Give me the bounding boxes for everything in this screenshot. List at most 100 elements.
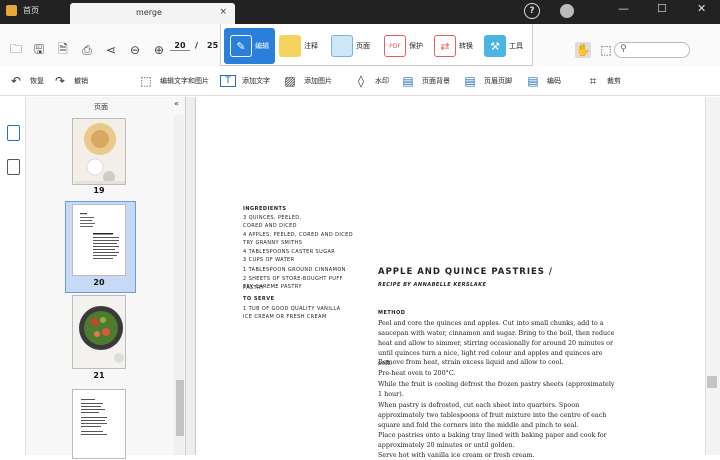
thumbnail-page-20[interactable] [72,204,126,276]
edit-text-image-button[interactable]: ⬚ 编辑文字和图片 [138,72,209,90]
home-tab-label: 首页 [23,6,39,15]
home-tab[interactable]: 首页 [6,5,39,16]
splitter[interactable] [186,97,195,455]
print-icon[interactable]: ⎙ [79,42,95,58]
bates-icon: ▤ [527,74,539,88]
bates-label: 编码 [547,77,561,85]
total-pages: 25 [207,41,219,50]
add-text-label: 添加文字 [242,77,270,85]
help-icon[interactable]: ? [524,3,540,19]
method-heading: METHOD [378,310,406,316]
document-scrollbar[interactable] [705,97,720,455]
ribbon-tools-button[interactable]: ⚒ 工具 [484,28,523,64]
ribbon-page-button[interactable]: 页面 [331,28,370,64]
add-text-button[interactable]: T 添加文字 [220,72,270,90]
thumbnail-page-19[interactable] [72,118,126,185]
ingredients-heading: INGREDIENTS [243,206,287,212]
page-background-label: 页面背景 [422,77,450,85]
protect-icon: PDF [384,35,406,57]
edit-toolbar: ↶ 恢复 ↷ 撤销 ⬚ 编辑文字和图片 T 添加文字 ▨ 添加图片 ◊ 水印 ▤… [0,66,720,96]
ingredient-line: 3 CUPS OF WATER [243,257,295,263]
undo-icon: ↷ [54,74,66,88]
ribbon-protect-button[interactable]: PDF 保护 [384,28,423,64]
page-background-icon: ▤ [402,74,414,88]
document-tab-title: merge [136,8,162,17]
search-icon: ⚲ [620,44,627,54]
panel-title: 页面 [94,103,108,111]
hand-tool-icon[interactable]: ✋ [575,42,591,58]
restore-icon: ↶ [10,74,22,88]
method-paragraph: Pre-heat oven to 200°C. [378,369,456,377]
ribbon-page-label: 页面 [356,42,370,50]
crop-label: 裁剪 [607,77,621,85]
method-paragraph: While the fruit is cooling defrost the f… [378,380,615,398]
convert-icon: ⇄ [434,35,456,57]
bookmarks-icon[interactable] [7,159,20,175]
thumbnail-scrollbar-thumb[interactable] [176,380,184,436]
page-down-icon[interactable]: ⊖ [127,42,143,58]
select-tool-icon[interactable]: ⬚ [598,42,614,58]
method-paragraph: Serve hot with vanilla ice cream or fres… [378,451,535,459]
ingredient-line: TRY CAREME PASTRY [243,284,302,290]
page-separator: / [195,41,198,50]
restore-button[interactable]: ↶ 恢复 [8,72,44,90]
page-background-button[interactable]: ▤ 页面背景 [400,72,450,90]
ribbon-edit-label: 编辑 [255,42,269,50]
watermark-button[interactable]: ◊ 水印 [353,72,389,90]
title-bar: 首页 merge × ? — ☐ ✕ [0,0,720,24]
comment-icon [279,35,301,57]
watermark-icon: ◊ [358,74,364,88]
method-paragraph: Place pastries onto a baking tray lined … [378,431,607,449]
save-icon[interactable]: 🖫 [31,42,47,58]
ribbon-comment-button[interactable]: 注释 [279,28,318,64]
thumbnail-page-22[interactable] [72,389,126,459]
restore-label: 恢复 [30,77,44,85]
serve-heading: TO SERVE [243,296,275,302]
page-up-icon[interactable]: ⊕ [151,42,167,58]
thumbnail-label-21: 21 [93,371,105,380]
salad-photo-image [73,296,125,368]
ingredient-line: CORED AND DICED [243,223,297,229]
ribbon-edit-button[interactable]: ✎ 编辑 [224,28,275,64]
close-window-icon[interactable]: ✕ [697,2,706,15]
save-as-icon[interactable]: 🗎 [55,42,71,58]
thumbnail-label-20: 20 [93,278,105,287]
header-footer-icon: ▤ [464,74,476,88]
add-image-button[interactable]: ▨ 添加图片 [282,72,332,90]
avatar[interactable] [560,4,574,18]
left-rail [0,97,26,455]
ribbon-protect-label: 保护 [409,42,423,50]
document-tab[interactable]: merge × [70,3,235,24]
bates-button[interactable]: ▤ 编码 [525,72,561,90]
edit-text-image-label: 编辑文字和图片 [160,77,209,85]
undo-label: 撤销 [74,77,88,85]
text-page-image [73,390,125,458]
collapse-panel-icon[interactable]: « [174,99,179,108]
watermark-label: 水印 [375,77,389,85]
thumbnails-icon[interactable] [7,125,20,141]
share-icon[interactable]: ⋖ [103,42,119,58]
undo-button[interactable]: ↷ 撤销 [52,72,88,90]
open-folder-icon[interactable]: 🗀 [8,42,24,58]
thumbnail-page-21[interactable] [72,295,126,369]
add-text-icon: T [220,75,236,87]
header-footer-button[interactable]: ▤ 页眉页脚 [462,72,512,90]
ingredient-line: 1 TABLESPOON GROUND CINNAMON [243,267,346,273]
thumbnail-label-19: 19 [93,186,105,195]
ribbon-comment-label: 注释 [304,42,318,50]
tools-icon: ⚒ [484,35,506,57]
close-tab-icon[interactable]: × [219,7,227,17]
app-logo-icon [6,5,17,16]
page-icon [331,35,353,57]
method-paragraph: When pastry is defrosted, cut each sheet… [378,401,607,429]
ingredient-line: TRY GRANNY SMITHS [243,240,303,246]
minimize-icon[interactable]: — [618,2,629,15]
document-scrollbar-thumb[interactable] [707,376,717,388]
search-input[interactable]: ⚲ [614,42,690,58]
ribbon-convert-button[interactable]: ⇄ 转换 [434,28,473,64]
crop-button[interactable]: ⌗ 裁剪 [585,72,621,90]
ribbon-convert-label: 转换 [459,42,473,50]
current-page-input[interactable]: 20 [170,41,190,51]
recipe-byline: RECIPE BY ANNABELLE KERSLAKE [378,282,487,288]
maximize-icon[interactable]: ☐ [657,2,667,15]
